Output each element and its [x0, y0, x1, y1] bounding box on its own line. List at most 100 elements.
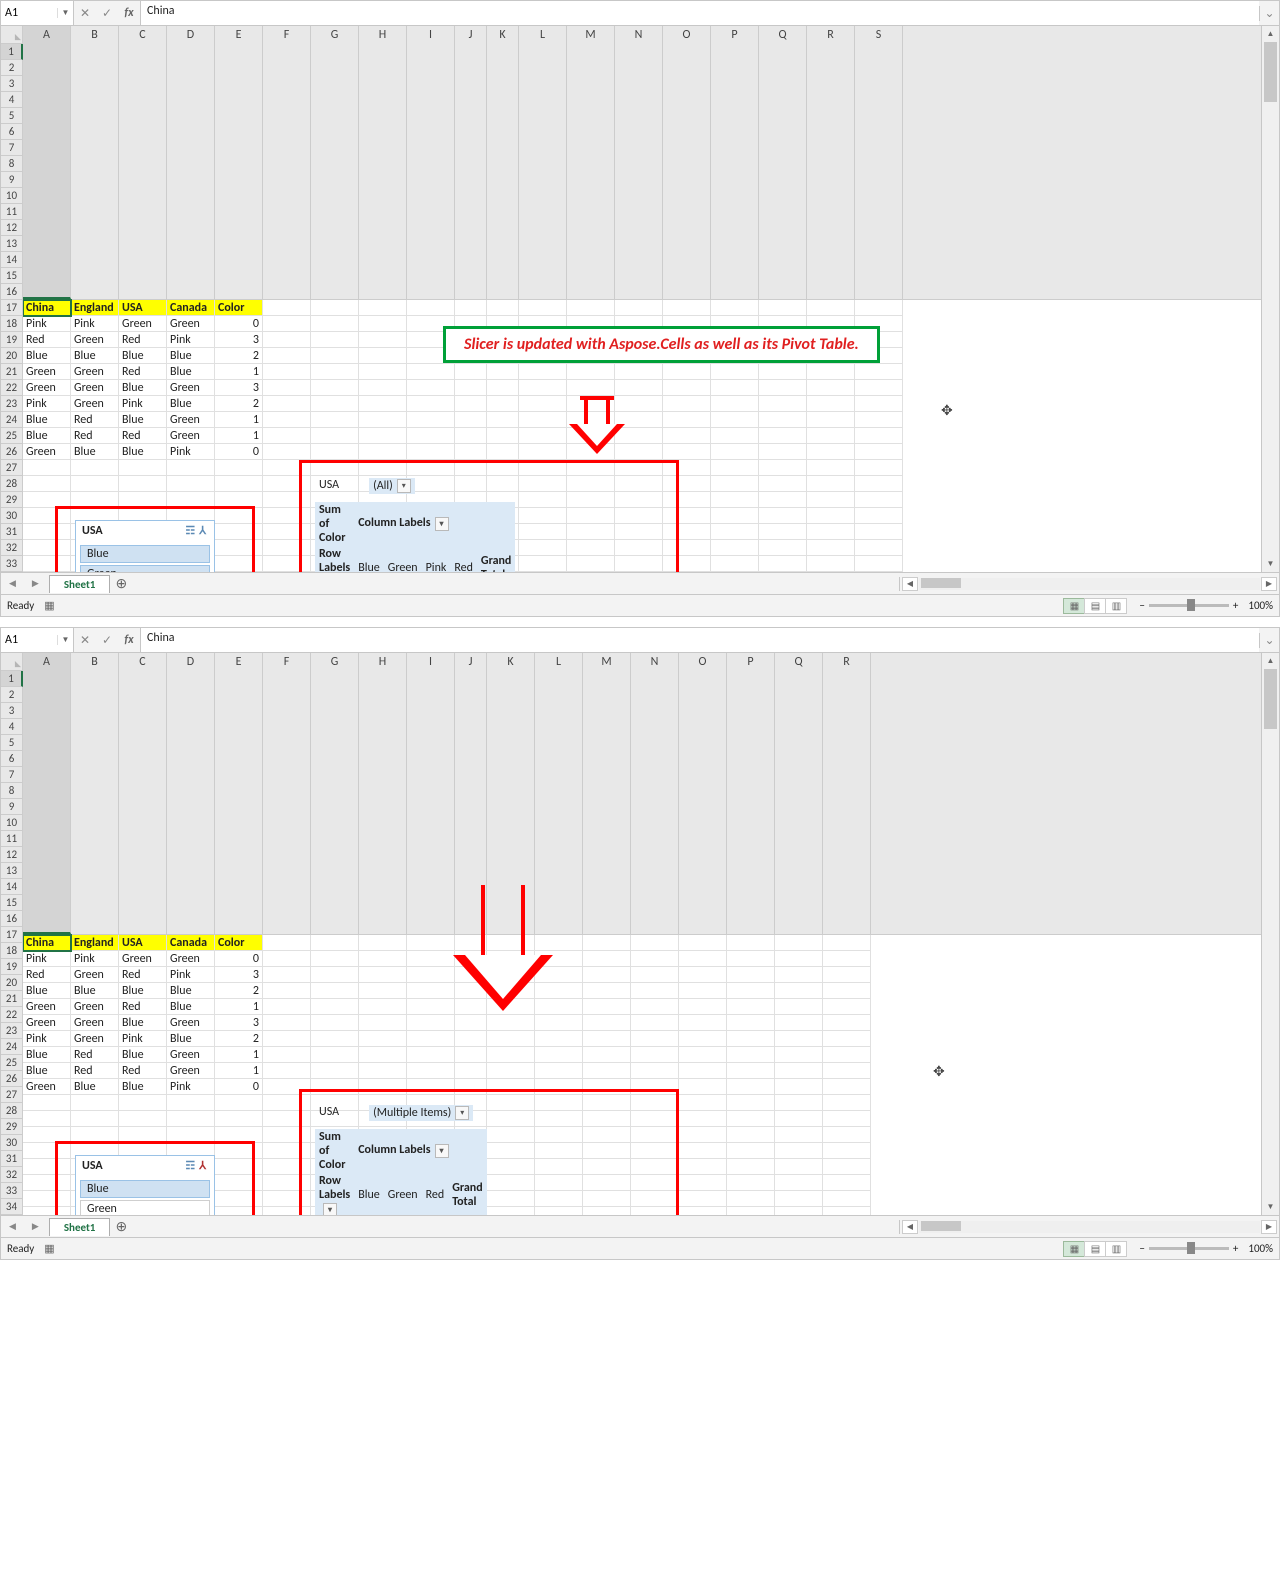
confirm-icon[interactable]: ✓ — [96, 633, 118, 648]
cell-empty[interactable] — [807, 428, 855, 444]
cell-empty[interactable] — [487, 1095, 535, 1111]
row-header-29[interactable]: 29 — [1, 1119, 23, 1135]
col-header-I[interactable]: I — [407, 653, 455, 934]
cell-empty[interactable] — [263, 476, 311, 492]
cell-empty[interactable] — [663, 540, 711, 556]
cell-C3[interactable]: Red — [119, 332, 167, 348]
tab-nav-next-icon[interactable]: ▶ — [24, 1221, 47, 1232]
cell-empty[interactable] — [615, 556, 663, 572]
col-header-H[interactable]: H — [359, 26, 407, 299]
cell-empty[interactable] — [807, 572, 855, 573]
cell-empty[interactable] — [679, 1111, 727, 1127]
cell-empty[interactable] — [407, 428, 455, 444]
cell-empty[interactable] — [615, 300, 663, 316]
cell-empty[interactable] — [455, 460, 487, 476]
fx-icon[interactable]: fx — [118, 6, 140, 20]
row-header-17[interactable]: 17 — [1, 927, 23, 943]
cell-empty[interactable] — [567, 492, 615, 508]
zoom-level[interactable]: 100% — [1248, 599, 1273, 612]
cell-empty[interactable] — [711, 524, 759, 540]
cell-empty[interactable] — [263, 951, 311, 967]
col-header-D[interactable]: D — [167, 653, 215, 934]
cell-empty[interactable] — [855, 380, 903, 396]
cell-empty[interactable] — [711, 300, 759, 316]
cell-empty[interactable] — [23, 460, 71, 476]
cell-empty[interactable] — [455, 444, 487, 460]
cell-empty[interactable] — [663, 444, 711, 460]
cell-empty[interactable] — [23, 1127, 71, 1143]
cell-empty[interactable] — [759, 524, 807, 540]
cell-empty[interactable] — [823, 1015, 871, 1031]
cell-empty[interactable] — [615, 572, 663, 573]
cell-empty[interactable] — [535, 1047, 583, 1063]
cell-empty[interactable] — [775, 1207, 823, 1216]
cell-empty[interactable] — [583, 1015, 631, 1031]
cell-empty[interactable] — [663, 572, 711, 573]
col-header-J[interactable]: J — [455, 26, 487, 299]
cell-empty[interactable] — [759, 460, 807, 476]
cell-D7[interactable]: Blue — [167, 396, 215, 412]
cell-empty[interactable] — [119, 1111, 167, 1127]
cell-E7[interactable]: 2 — [215, 1031, 263, 1047]
row-header-24[interactable]: 24 — [1, 1039, 23, 1055]
row-header-12[interactable]: 12 — [1, 220, 23, 236]
cell-A4[interactable]: Blue — [23, 348, 71, 364]
cell-empty[interactable] — [487, 300, 519, 316]
cell-empty[interactable] — [631, 1063, 679, 1079]
cell-A7[interactable]: Pink — [23, 1031, 71, 1047]
cell-empty[interactable] — [407, 300, 455, 316]
cell-empty[interactable] — [759, 476, 807, 492]
cell-empty[interactable] — [679, 967, 727, 983]
sheet-tab-active[interactable]: Sheet1 — [49, 575, 111, 593]
cell-empty[interactable] — [311, 460, 359, 476]
cell-empty[interactable] — [679, 1143, 727, 1159]
cell-empty[interactable] — [535, 1063, 583, 1079]
cell-empty[interactable] — [679, 1031, 727, 1047]
cell-empty[interactable] — [23, 1191, 71, 1207]
cell-empty[interactable] — [727, 1031, 775, 1047]
cell-empty[interactable] — [519, 364, 567, 380]
cell-empty[interactable] — [823, 1031, 871, 1047]
cell-C9[interactable]: Red — [119, 428, 167, 444]
cell-C8[interactable]: Blue — [119, 412, 167, 428]
zoom-slider[interactable]: − + 100% — [1139, 1242, 1273, 1255]
cell-D6[interactable]: Green — [167, 1015, 215, 1031]
cell-empty[interactable] — [263, 1031, 311, 1047]
cell-empty[interactable] — [455, 1047, 487, 1063]
cell-empty[interactable] — [679, 1095, 727, 1111]
cell-empty[interactable] — [215, 556, 263, 572]
cell-A9[interactable]: Blue — [23, 428, 71, 444]
row-header-15[interactable]: 15 — [1, 268, 23, 284]
cell-empty[interactable] — [359, 348, 407, 364]
cell-empty[interactable] — [775, 1159, 823, 1175]
cell-empty[interactable] — [679, 951, 727, 967]
cell-empty[interactable] — [631, 999, 679, 1015]
cell-empty[interactable] — [311, 428, 359, 444]
cell-empty[interactable] — [263, 524, 311, 540]
row-header-28[interactable]: 28 — [1, 476, 23, 492]
cell-empty[interactable] — [535, 1095, 583, 1111]
row-header-7[interactable]: 7 — [1, 140, 23, 156]
vertical-scrollbar[interactable]: ▲ ▼ — [1261, 653, 1279, 1215]
cell-empty[interactable] — [727, 1175, 775, 1191]
cell-empty[interactable] — [487, 1031, 535, 1047]
row-header-11[interactable]: 11 — [1, 204, 23, 220]
cell-empty[interactable] — [855, 300, 903, 316]
name-box-input[interactable] — [1, 631, 57, 649]
row-header-6[interactable]: 6 — [1, 751, 23, 767]
cell-empty[interactable] — [455, 1063, 487, 1079]
cell-D7[interactable]: Blue — [167, 1031, 215, 1047]
cell-empty[interactable] — [519, 476, 567, 492]
cell-empty[interactable] — [263, 1095, 311, 1111]
cell-empty[interactable] — [823, 935, 871, 951]
cell-empty[interactable] — [23, 556, 71, 572]
cell-empty[interactable] — [631, 951, 679, 967]
cell-empty[interactable] — [407, 460, 455, 476]
cell-empty[interactable] — [583, 967, 631, 983]
cell-empty[interactable] — [823, 1191, 871, 1207]
horizontal-scrollbar[interactable]: ◀ ▶ — [899, 1220, 1279, 1234]
cell-empty[interactable] — [311, 1015, 359, 1031]
cell-B2[interactable]: Pink — [71, 951, 119, 967]
cell-empty[interactable] — [775, 1175, 823, 1191]
row-header-1[interactable]: 1 — [1, 44, 23, 60]
